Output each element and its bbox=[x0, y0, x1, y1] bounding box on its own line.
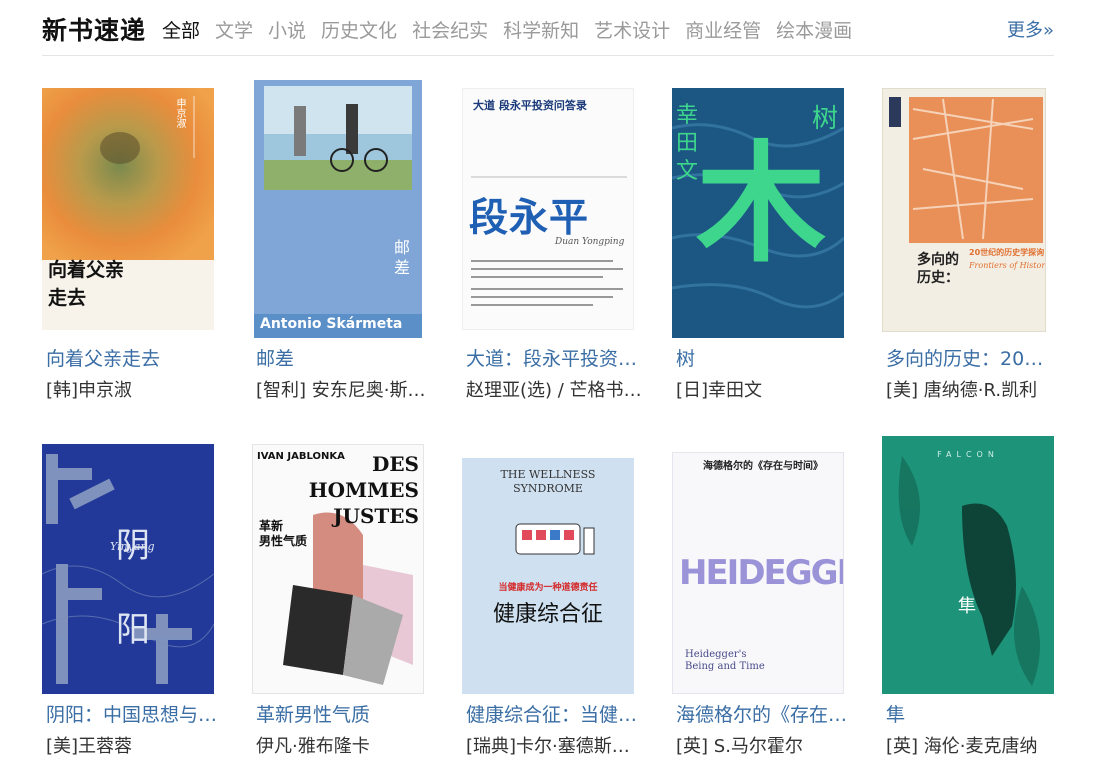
cover-en: Yinyang bbox=[110, 540, 155, 553]
cover-top: FALCON bbox=[937, 450, 999, 459]
book-author: [日]幸田文 bbox=[676, 380, 763, 401]
book-author: [韩]申京淑 bbox=[46, 380, 133, 401]
cover-title: 健康综合征 bbox=[492, 602, 603, 627]
tab-literature[interactable]: 文学 bbox=[215, 17, 253, 45]
book-cover[interactable]: 多向的 历史： 20世纪的历史学探询 Frontiers of History: bbox=[882, 88, 1046, 332]
tab-all[interactable]: 全部 bbox=[162, 17, 200, 45]
book-author: [美] 唐纳德·R.凯利 bbox=[886, 380, 1038, 401]
cover-art bbox=[254, 80, 422, 338]
book-author: [瑞典]卡尔·塞德斯特伦 bbox=[466, 736, 642, 757]
book-cover[interactable]: THE WELLNESS SYNDROME 当健康成为一种道德责任 健康综合征 bbox=[462, 458, 634, 694]
tab-comics[interactable]: 绘本漫画 bbox=[776, 17, 852, 45]
cover-band: Antonio Skármeta bbox=[260, 316, 403, 332]
cover-tagline: 当健康成为一种道德责任 bbox=[498, 583, 598, 593]
cover-en: Frontiers of History: bbox=[969, 261, 1046, 270]
cover-author: 申京淑 bbox=[174, 98, 185, 128]
book-author: [英] S.马尔霍尔 bbox=[676, 736, 803, 757]
book-card: 幸 田 文 树 木 树 [日]幸田文 bbox=[672, 88, 862, 418]
tab-history-culture[interactable]: 历史文化 bbox=[321, 17, 397, 45]
tab-business[interactable]: 商业经管 bbox=[685, 17, 761, 45]
more-link[interactable]: 更多» bbox=[1007, 17, 1054, 45]
cover-title: 邮 差 bbox=[394, 238, 411, 277]
cover-title: 木 bbox=[696, 128, 827, 280]
book-title[interactable]: 大道：段永平投资问答录 bbox=[466, 346, 642, 372]
cover-subtitle: Heidegger's Being and Time bbox=[685, 649, 765, 672]
section-title: 新书速递 bbox=[42, 16, 147, 45]
cover-title: 向着父亲 走去 bbox=[48, 259, 125, 309]
book-title[interactable]: 隼 bbox=[886, 702, 1062, 728]
book-card: 海德格尔的《存在与时间》 HEIDEGGER Heidegger's Being… bbox=[672, 444, 862, 774]
cover-art bbox=[883, 89, 1045, 331]
tab-art-design[interactable]: 艺术设计 bbox=[594, 17, 670, 45]
cover-title: 隼 bbox=[958, 596, 976, 617]
book-cover[interactable]: 海德格尔的《存在与时间》 HEIDEGGER Heidegger's Being… bbox=[672, 452, 844, 694]
book-card: 邮 差 Antonio Skármeta 邮差 [智利] 安东尼奥·斯卡尔梅达 bbox=[252, 80, 442, 418]
category-tabs: 全部 文学 小说 历史文化 社会纪实 科学新知 艺术设计 商业经管 绘本漫画 bbox=[162, 17, 867, 45]
cover-author: 幸 田 文 bbox=[676, 103, 699, 184]
book-cover[interactable]: IVAN JABLONKA DES HOMMES JUSTES 革新 男性气质 bbox=[252, 444, 424, 694]
book-author: [美]王蓉蓉 bbox=[46, 736, 133, 757]
book-card: IVAN JABLONKA DES HOMMES JUSTES 革新 男性气质 … bbox=[252, 444, 442, 774]
tab-science[interactable]: 科学新知 bbox=[503, 17, 579, 45]
cover-art bbox=[515, 523, 595, 555]
book-title[interactable]: 海德格尔的《存在与时间》 bbox=[676, 702, 852, 728]
cover-subtitle: 20世纪的历史学探询 bbox=[969, 248, 1045, 257]
book-author: 赵理亚(选) / 芒格书院(编) bbox=[466, 380, 642, 401]
book-card: 阴 阳 Yinyang 阴阳：中国思想与文化中的天地之道 [美]王蓉蓉 bbox=[42, 444, 232, 774]
cover-top: 海德格尔的《存在与时间》 bbox=[703, 461, 823, 472]
book-title[interactable]: 健康综合征：当健康成为一种道德责任 bbox=[466, 702, 642, 728]
book-card: 大道 段永平投资问答录 段永平 Duan Yongping 大道：段永平投资问答… bbox=[462, 88, 652, 418]
cover-title: HEIDEGGER bbox=[679, 553, 843, 593]
book-title[interactable]: 向着父亲走去 bbox=[46, 346, 222, 372]
book-title[interactable]: 树 bbox=[676, 346, 852, 372]
book-author: 伊凡·雅布隆卡 bbox=[256, 736, 370, 757]
book-author: [英] 海伦·麦克唐纳 bbox=[886, 736, 1038, 757]
book-title[interactable]: 革新男性气质 bbox=[256, 702, 432, 728]
book-cover[interactable]: 大道 段永平投资问答录 段永平 Duan Yongping bbox=[462, 88, 634, 330]
book-cover[interactable]: 邮 差 Antonio Skármeta bbox=[254, 80, 422, 338]
book-card: THE WELLNESS SYNDROME 当健康成为一种道德责任 健康综合征 … bbox=[462, 444, 652, 774]
book-cover[interactable]: 向着父亲 走去 申京淑 bbox=[42, 88, 214, 330]
book-title[interactable]: 邮差 bbox=[256, 346, 432, 372]
tab-social-documentary[interactable]: 社会纪实 bbox=[412, 17, 488, 45]
book-title[interactable]: 多向的历史：20世纪的历史学探询 bbox=[886, 346, 1062, 372]
cover-art bbox=[882, 436, 1054, 694]
cover-title: 多向的 历史： bbox=[917, 252, 959, 286]
book-author: [智利] 安东尼奥·斯卡尔梅达 bbox=[256, 380, 432, 401]
section-header: 新书速递 全部 文学 小说 历史文化 社会纪实 科学新知 艺术设计 商业经管 绘… bbox=[42, 14, 1054, 56]
book-card: FALCON 隼 隼 [英] 海伦·麦克唐纳 bbox=[882, 436, 1072, 774]
book-title[interactable]: 阴阳：中国思想与文化中的天地之道 bbox=[46, 702, 222, 728]
book-card: 多向的 历史： 20世纪的历史学探询 Frontiers of History:… bbox=[882, 88, 1072, 418]
book-card: 向着父亲 走去 申京淑 向着父亲走去 [韩]申京淑 bbox=[42, 88, 232, 418]
cover-title: 阴 阳 bbox=[116, 526, 150, 650]
book-cover[interactable]: 阴 阳 Yinyang bbox=[42, 444, 214, 694]
book-cover[interactable]: 幸 田 文 树 木 bbox=[672, 88, 844, 338]
cover-cn-title: 革新 男性气质 bbox=[259, 519, 308, 548]
cover-art bbox=[471, 176, 627, 306]
tab-novel[interactable]: 小说 bbox=[268, 17, 306, 45]
book-cover[interactable]: FALCON 隼 bbox=[882, 436, 1054, 694]
cover-title: DES HOMMES JUSTES bbox=[308, 452, 419, 528]
